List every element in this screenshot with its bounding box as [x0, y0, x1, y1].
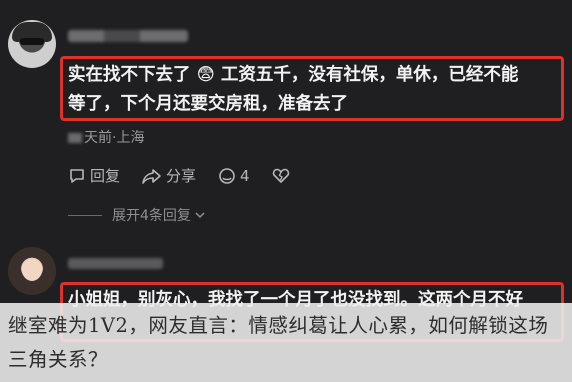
- like-button[interactable]: 4: [218, 167, 250, 185]
- commenter-avatar-2[interactable]: [8, 247, 56, 295]
- comment-actions: 回复 分享 4: [68, 165, 316, 186]
- comment-text-line-1: 实在找不下去了 😨 工资五千，没有社保，单休，已经不能: [68, 65, 519, 85]
- dislike-button[interactable]: [272, 167, 294, 185]
- like-count: 4: [240, 166, 250, 185]
- comment-meta: 天前·上海: [68, 127, 144, 147]
- broken-heart-icon: [272, 168, 289, 183]
- expand-divider: [68, 214, 102, 216]
- share-label: 分享: [166, 167, 197, 185]
- blurred-time: [68, 133, 82, 143]
- commenter-avatar[interactable]: [8, 20, 56, 68]
- caption-text: 继室难为1V2，网友直言：情感纠葛让人心累，如何解锁这场三角关系？: [8, 314, 549, 371]
- commenter-username-blurred[interactable]: [68, 30, 188, 42]
- expand-replies-button[interactable]: 展开4条回复: [68, 205, 206, 225]
- expand-label: 展开4条回复: [112, 208, 191, 224]
- commenter-username-blurred-2[interactable]: [68, 258, 163, 269]
- share-icon: [142, 168, 161, 184]
- like-icon: [219, 167, 235, 184]
- chevron-down-icon: [195, 212, 205, 219]
- comment-text-line-2: 等了，下个月还要交房租，准备去了: [68, 94, 348, 114]
- reply-label: 回复: [90, 167, 121, 185]
- reply-icon: [70, 168, 84, 183]
- avatar-face: [22, 259, 42, 281]
- share-button[interactable]: 分享: [142, 165, 196, 186]
- avatar-glasses: [20, 38, 44, 45]
- reply-button[interactable]: 回复: [68, 165, 120, 186]
